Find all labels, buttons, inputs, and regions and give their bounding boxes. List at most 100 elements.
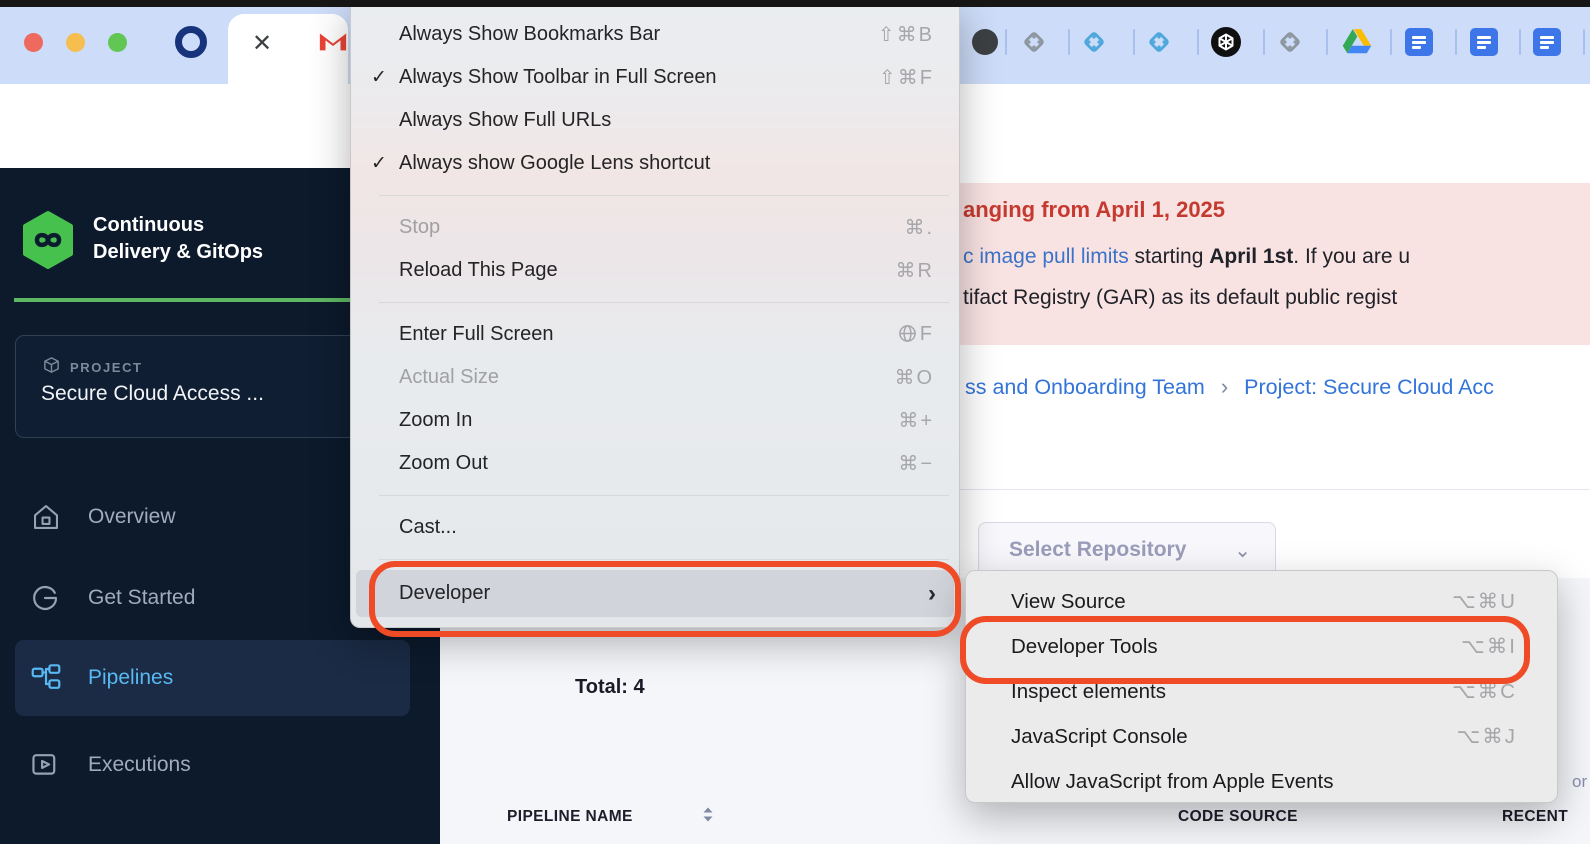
menu-shortcut: ⌘R: [896, 258, 934, 283]
menu-item-label: JavaScript Console: [1011, 725, 1188, 749]
sort-icon[interactable]: [702, 806, 714, 828]
menu-item-reload-this-page[interactable]: Reload This Page ⌘R: [351, 249, 959, 292]
column-header-code-source[interactable]: CODE SOURCE: [1178, 808, 1298, 826]
menu-item-stop: Stop ⌘.: [351, 206, 959, 249]
traffic-light-zoom[interactable]: [108, 33, 127, 52]
chevron-right-icon: ›: [1221, 374, 1228, 400]
diamond-blue-favicon[interactable]: [1144, 27, 1174, 62]
diamond-blue-favicon[interactable]: [1079, 27, 1109, 62]
docs-favicon[interactable]: [1470, 28, 1498, 56]
module-title: Continuous Delivery & GitOps: [93, 212, 263, 266]
menu-item-label: Always show Google Lens shortcut: [399, 152, 710, 175]
banner-text: starting: [1129, 245, 1210, 268]
tab-separator: [1197, 29, 1199, 55]
menu-item-zoom-in[interactable]: Zoom In ⌘+: [351, 399, 959, 442]
menu-item-label: View Source: [1011, 590, 1126, 614]
diamond-gray-favicon[interactable]: [1019, 27, 1049, 62]
globe-icon: [898, 323, 917, 346]
menu-shortcut: ⇧⌘F: [879, 65, 934, 90]
sidebar-item-label: Executions: [88, 753, 191, 777]
harness-cd-logo: [21, 210, 75, 275]
traffic-light-close[interactable]: [24, 33, 43, 52]
submenu-item-allow-javascript-from-apple-events[interactable]: Allow JavaScript from Apple Events: [966, 759, 1557, 804]
checkmark-icon: ✓: [371, 66, 387, 89]
tab-separator: [1326, 29, 1328, 55]
gmail-favicon[interactable]: [318, 29, 348, 58]
banner-line2: c image pull limits starting April 1st. …: [963, 245, 1410, 269]
screen: ✕: [0, 0, 1590, 844]
executions-icon: [30, 750, 62, 780]
menu-divider: [379, 302, 949, 303]
menu-shortcut: ⌘+: [898, 408, 934, 433]
menu-shortcut: ⌘O: [894, 365, 934, 390]
menu-item-label: Actual Size: [399, 366, 499, 389]
breadcrumb-org[interactable]: ss and Onboarding Team: [965, 375, 1205, 400]
breadcrumb: ss and Onboarding Team › Project: Secure…: [965, 374, 1494, 400]
menu-shortcut: ⌥⌘U: [1452, 589, 1517, 614]
sidebar-item-pipelines[interactable]: Pipelines: [0, 651, 440, 705]
project-label: PROJECT: [70, 360, 143, 375]
docs-favicon[interactable]: [1533, 28, 1561, 56]
menu-item-label: Always Show Toolbar in Full Screen: [399, 66, 717, 89]
banner-line3: tifact Registry (GAR) as its default pub…: [963, 286, 1397, 310]
chatgpt-favicon[interactable]: [1210, 26, 1242, 63]
diamond-gray-favicon[interactable]: [1275, 27, 1305, 62]
menu-item-label: Zoom Out: [399, 452, 488, 475]
close-tab-icon[interactable]: ✕: [252, 32, 272, 56]
breadcrumb-project[interactable]: Project: Secure Cloud Acc: [1244, 375, 1494, 400]
menu-item-enter-full-screen[interactable]: Enter Full Screen F: [351, 313, 959, 356]
menu-item-label: Stop: [399, 216, 440, 239]
docs-favicon[interactable]: [1405, 28, 1433, 56]
screen-top-edge: [0, 0, 1590, 7]
chevron-down-icon: ⌄: [1234, 538, 1251, 563]
annotation-ring-developer: [369, 561, 961, 637]
select-repository-label: Select Repository: [1009, 538, 1186, 562]
tab-separator: [1263, 29, 1265, 55]
menu-divider: [379, 559, 949, 560]
menu-item-label: Zoom In: [399, 409, 472, 432]
banner-text: . If you are u: [1293, 245, 1410, 268]
project-name: Secure Cloud Access ...: [41, 382, 264, 406]
tab-separator: [1455, 29, 1457, 55]
menu-shortcut: ⌘.: [904, 215, 934, 240]
banner-link[interactable]: c image pull limits: [963, 245, 1129, 268]
menu-item-label: Always Show Full URLs: [399, 109, 611, 132]
tab-separator: [1133, 29, 1135, 55]
menu-item-always-show-bookmarks-bar[interactable]: Always Show Bookmarks Bar ⇧⌘B: [351, 13, 959, 56]
menu-divider: [379, 195, 949, 196]
project-label-row: PROJECT: [42, 356, 143, 378]
menu-item-always-show-toolbar-in-full-screen[interactable]: ✓ Always Show Toolbar in Full Screen ⇧⌘F: [351, 56, 959, 99]
banner-bold: April 1st: [1209, 245, 1293, 268]
menu-item-always-show-google-lens-shortcut[interactable]: ✓ Always show Google Lens shortcut: [351, 142, 959, 185]
ring-favicon[interactable]: [175, 26, 207, 58]
tab-separator: [1068, 29, 1070, 55]
module-title-line1: Continuous: [93, 212, 263, 239]
column-header-pipeline-name[interactable]: PIPELINE NAME: [507, 808, 633, 826]
sidebar-item-services[interactable]: Services: [0, 832, 440, 844]
traffic-light-minimize[interactable]: [66, 33, 85, 52]
submenu-item-javascript-console[interactable]: JavaScript Console ⌥⌘J: [966, 714, 1557, 759]
menu-item-label: Allow JavaScript from Apple Events: [1011, 770, 1333, 794]
view-menu: Always Show Bookmarks Bar ⇧⌘B ✓ Always S…: [350, 0, 960, 628]
menu-divider: [379, 495, 949, 496]
sidebar-item-executions[interactable]: Executions: [0, 738, 440, 792]
menu-shortcut-key: F: [920, 323, 934, 346]
menu-item-cast[interactable]: Cast...: [351, 506, 959, 549]
drive-favicon[interactable]: [1342, 27, 1372, 60]
menu-item-zoom-out[interactable]: Zoom Out ⌘−: [351, 442, 959, 485]
sidebar-item-label: Get Started: [88, 586, 195, 610]
tab-separator: [1583, 29, 1585, 55]
module-title-line2: Delivery & GitOps: [93, 239, 263, 266]
pipelines-icon: [30, 663, 62, 693]
tab-separator: [1519, 29, 1521, 55]
history-favicon[interactable]: [972, 29, 998, 55]
menu-item-always-show-full-urls[interactable]: Always Show Full URLs: [351, 99, 959, 142]
column-header-recent[interactable]: RECENT: [1502, 808, 1568, 826]
menu-item-actual-size: Actual Size ⌘O: [351, 356, 959, 399]
menu-shortcut: ⇧⌘B: [878, 22, 934, 47]
menu-shortcut: ⌘−: [898, 451, 934, 476]
menu-item-label: Cast...: [399, 516, 457, 539]
sidebar-item-label: Pipelines: [88, 666, 173, 690]
checkmark-icon: ✓: [371, 152, 387, 175]
tab-separator: [1390, 29, 1392, 55]
